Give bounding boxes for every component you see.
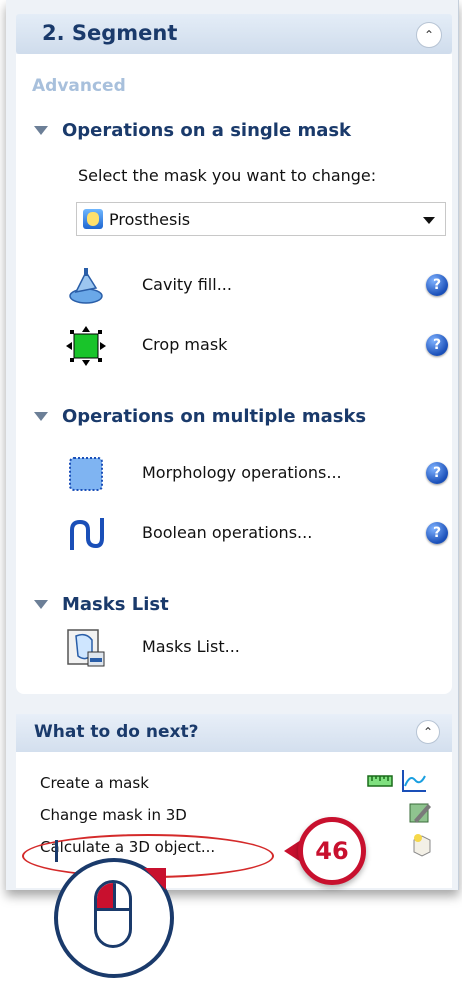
next-steps-header[interactable]: What to do next? ⌃ [16, 714, 452, 752]
mouse-click-icon [54, 858, 174, 978]
mouse-cable [55, 840, 58, 862]
help-icon[interactable]: ? [426, 274, 448, 296]
help-icon[interactable]: ? [426, 334, 448, 356]
crop-mask-label: Crop mask [142, 335, 228, 354]
section-multiple-masks-title: Operations on multiple masks [62, 406, 367, 427]
boolean-icon [70, 518, 104, 550]
expand-triangle-icon [34, 600, 48, 609]
cavity-fill-icon [69, 268, 103, 304]
segment-panel-body: Advanced Operations on a single mask Sel… [16, 54, 452, 694]
boolean-row[interactable]: Boolean operations... ? [66, 510, 456, 558]
mouse-icon [94, 880, 132, 948]
crop-mask-icon [66, 326, 106, 366]
masks-list-label: Masks List... [142, 637, 240, 656]
next-item-create-mask[interactable]: Create a mask [40, 774, 149, 792]
advanced-label: Advanced [32, 76, 126, 96]
morphology-icon [69, 457, 103, 491]
boolean-label: Boolean operations... [142, 523, 313, 542]
mask-select-value: Prosthesis [109, 210, 191, 229]
mask-select-prompt: Select the mask you want to change: [78, 166, 377, 185]
cavity-fill-row[interactable]: Cavity fill... ? [66, 262, 456, 310]
calculate-3d-icon[interactable] [410, 832, 434, 858]
corner-accent [144, 868, 166, 890]
masks-list-row[interactable]: Masks List... [66, 624, 456, 672]
help-icon[interactable]: ? [426, 522, 448, 544]
segment-window: 2. Segment ⌃ Advanced Operations on a si… [6, 0, 459, 890]
mask-select-dropdown[interactable]: Prosthesis [76, 202, 446, 236]
morphology-label: Morphology operations... [142, 463, 342, 482]
step-number-badge: 46 [298, 817, 366, 885]
profile-line-icon[interactable] [400, 768, 428, 794]
section-masks-list[interactable]: Masks List [32, 594, 169, 615]
section-masks-list-title: Masks List [62, 594, 169, 615]
expand-triangle-icon [34, 412, 48, 421]
cavity-fill-label: Cavity fill... [142, 275, 232, 294]
mask-icon [83, 209, 103, 229]
next-item-change-mask-3d[interactable]: Change mask in 3D [40, 806, 187, 824]
expand-triangle-icon [34, 126, 48, 135]
section-multiple-masks[interactable]: Operations on multiple masks [32, 406, 366, 427]
morphology-row[interactable]: Morphology operations... ? [66, 450, 456, 498]
left-button-icon [97, 883, 113, 909]
segment-title: 2. Segment [42, 21, 178, 45]
collapse-chevron-icon[interactable]: ⌃ [416, 22, 442, 48]
help-icon[interactable]: ? [426, 462, 448, 484]
next-steps-title: What to do next? [34, 722, 199, 742]
crop-mask-row[interactable]: Crop mask ? [66, 322, 456, 370]
dropdown-arrow-icon [423, 217, 435, 224]
edit-3d-icon[interactable] [408, 800, 432, 826]
section-single-mask-title: Operations on a single mask [62, 120, 352, 141]
section-single-mask[interactable]: Operations on a single mask [32, 120, 351, 141]
masks-list-icon [67, 629, 105, 667]
ruler-icon[interactable] [366, 770, 394, 792]
segment-panel-header[interactable]: 2. Segment ⌃ [16, 14, 452, 54]
collapse-chevron-icon[interactable]: ⌃ [416, 720, 440, 744]
